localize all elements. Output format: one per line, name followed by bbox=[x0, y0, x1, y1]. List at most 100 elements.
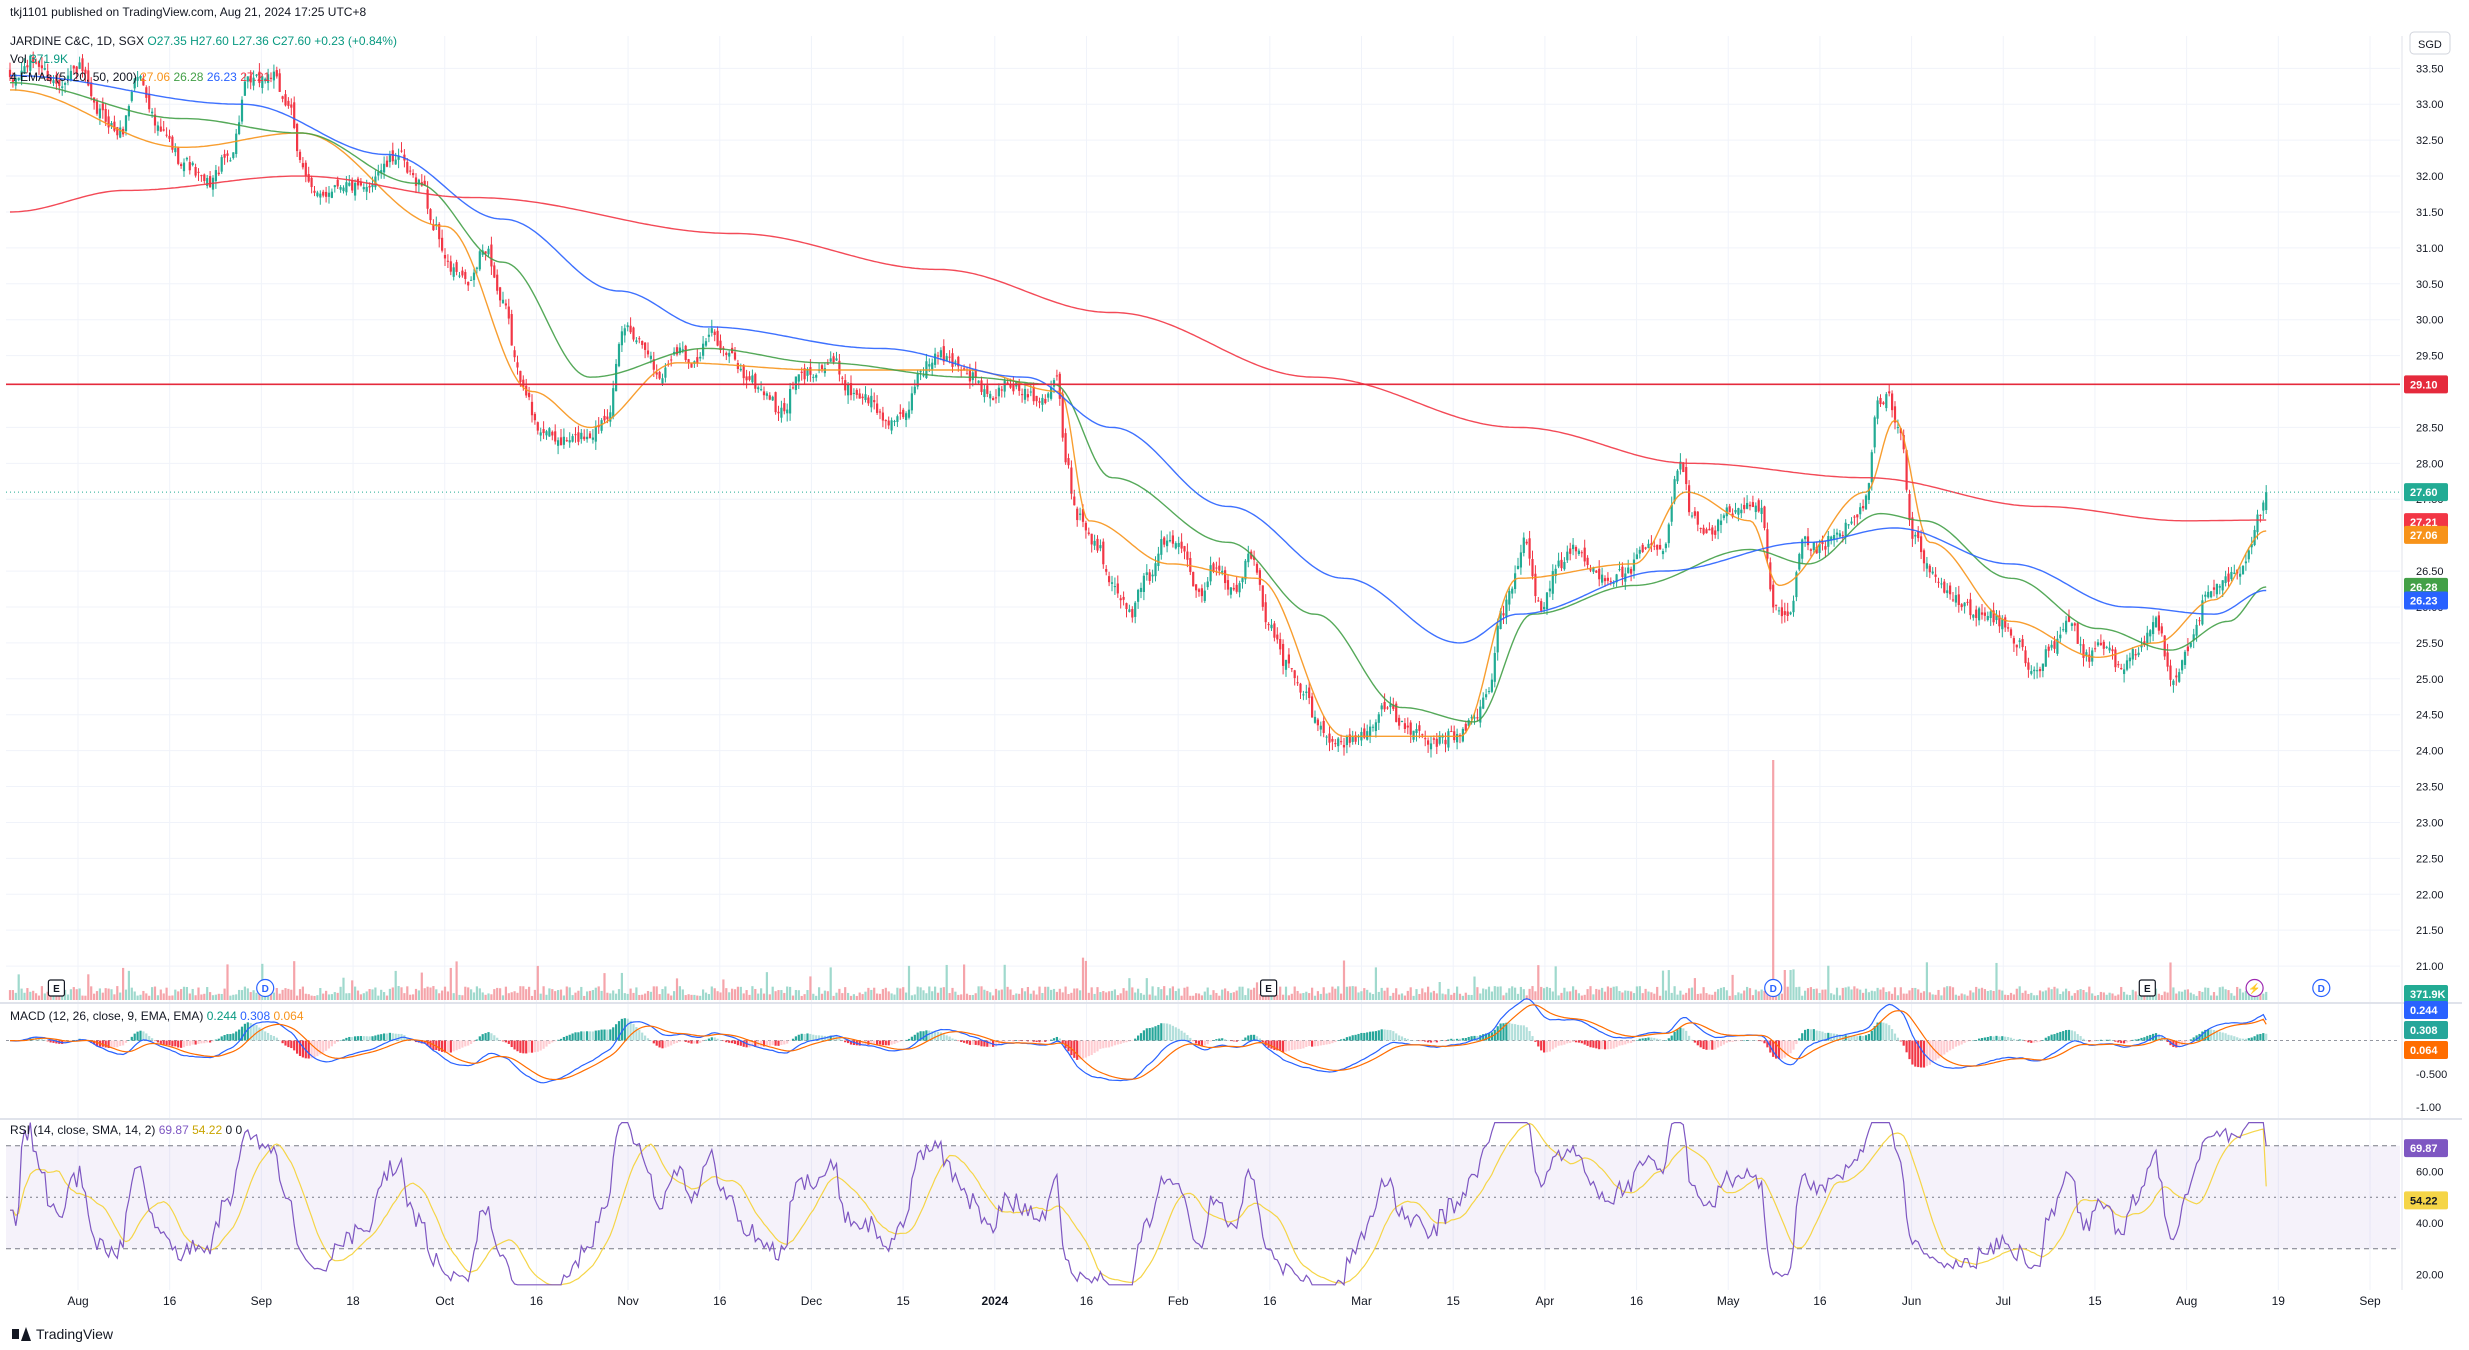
volume-bar bbox=[1728, 995, 1731, 1000]
volume-bar bbox=[847, 992, 850, 1000]
macd-histogram-bar bbox=[1978, 1038, 1981, 1041]
volume-bar bbox=[464, 986, 467, 1000]
volume-bar bbox=[1096, 987, 1099, 1000]
macd-histogram-bar bbox=[1450, 1038, 1453, 1041]
candle-body bbox=[629, 325, 632, 333]
macd-histogram-bar bbox=[728, 1040, 731, 1043]
ema-badge: 27.06 bbox=[2404, 525, 2448, 544]
candle-body bbox=[580, 432, 583, 440]
candle-body bbox=[1244, 560, 1247, 580]
price-tick-label: 22.50 bbox=[2416, 853, 2444, 865]
event-marker-flash[interactable]: ⚡ bbox=[2245, 978, 2264, 998]
volume-bar bbox=[1215, 992, 1218, 1000]
macd-histogram-bar bbox=[238, 1029, 241, 1041]
macd-legend[interactable]: MACD (12, 26, close, 9, EMA, EMA) 0.244 … bbox=[10, 1009, 304, 1023]
candle-body bbox=[954, 361, 957, 363]
ema-legend[interactable]: 4 EMAs (5, 20, 50, 200) 27.06 26.28 26.2… bbox=[10, 70, 270, 84]
macd-histogram-bar bbox=[1105, 1040, 1108, 1048]
candle-body bbox=[812, 376, 815, 378]
macd-histogram-bar bbox=[1653, 1037, 1656, 1041]
candle-body bbox=[272, 71, 275, 81]
volume-bar bbox=[1102, 991, 1105, 1000]
volume-bar bbox=[1928, 992, 1931, 1000]
macd-histogram-bar bbox=[1351, 1035, 1354, 1041]
volume-bar bbox=[1946, 986, 1949, 1000]
macd-histogram-bar bbox=[731, 1040, 734, 1044]
candle-body bbox=[1432, 738, 1435, 740]
macd-histogram-bar bbox=[1702, 1040, 1705, 1050]
event-marker-d[interactable]: D bbox=[256, 978, 275, 998]
macd-histogram-bar bbox=[536, 1040, 539, 1052]
candle-body bbox=[861, 396, 864, 399]
volume-legend[interactable]: Vol 371.9K bbox=[10, 52, 68, 66]
macd-histogram-bar bbox=[458, 1040, 461, 1050]
volume-bar bbox=[934, 986, 937, 1000]
volume-bar bbox=[1206, 987, 1209, 1000]
candle-body bbox=[156, 125, 159, 131]
macd-histogram-bar bbox=[116, 1040, 119, 1048]
candle-body bbox=[2099, 642, 2102, 645]
event-marker-d[interactable]: D bbox=[2312, 978, 2331, 998]
candle-body bbox=[1299, 683, 1302, 693]
macd-histogram-bar bbox=[528, 1040, 531, 1053]
candle-body bbox=[1334, 743, 1337, 745]
macd-histogram-bar bbox=[1250, 1034, 1253, 1041]
macd-histogram-bar bbox=[684, 1040, 687, 1042]
rsi-legend[interactable]: RSI (14, close, SMA, 14, 2) 69.87 54.22 … bbox=[10, 1123, 242, 1137]
event-marker-e[interactable]: E bbox=[47, 979, 66, 997]
event-marker-e[interactable]: E bbox=[2138, 979, 2156, 997]
volume-bar bbox=[188, 993, 191, 1000]
volume-bar bbox=[588, 990, 592, 1000]
candle-body bbox=[1456, 733, 1459, 743]
macd-histogram-bar bbox=[1685, 1030, 1688, 1041]
volume-bar bbox=[968, 995, 971, 1000]
macd-histogram-bar bbox=[1635, 1040, 1638, 1041]
candle-body bbox=[2070, 623, 2073, 626]
macd-pane bbox=[6, 998, 2400, 1084]
event-marker-d[interactable]: D bbox=[1764, 978, 1783, 998]
candle-body bbox=[707, 334, 710, 337]
candle-body bbox=[441, 237, 444, 251]
candle-body bbox=[1226, 580, 1230, 590]
macd-histogram-bar bbox=[1151, 1027, 1154, 1041]
macd-histogram-bar bbox=[1957, 1040, 1960, 1046]
volume-bar bbox=[133, 991, 136, 1000]
macd-histogram-bar bbox=[713, 1037, 716, 1041]
volume-bar bbox=[104, 988, 107, 1000]
candle-body bbox=[1876, 400, 1879, 419]
macd-histogram-bar bbox=[2070, 1030, 2073, 1041]
macd-value: 0.308 bbox=[240, 1009, 271, 1023]
candle-body bbox=[214, 170, 217, 182]
candle-body bbox=[290, 104, 293, 108]
macd-histogram-bar bbox=[542, 1040, 545, 1049]
candle-body bbox=[530, 401, 534, 416]
symbol-legend[interactable]: JARDINE C&C, 1D, SGX O27.35 H27.60 L27.3… bbox=[10, 34, 397, 48]
macd-histogram-bar bbox=[1746, 1039, 1749, 1041]
chart-canvas[interactable]: 33.5033.0032.5032.0031.5031.0030.5030.00… bbox=[0, 0, 2469, 1350]
candle-body bbox=[354, 182, 357, 196]
macd-histogram-bar bbox=[461, 1040, 464, 1048]
candle-body bbox=[107, 116, 110, 128]
volume-bar bbox=[2233, 995, 2236, 1000]
candle-body bbox=[1195, 584, 1198, 591]
candle-body bbox=[2053, 641, 2056, 649]
volume-bar bbox=[475, 986, 478, 1000]
volume-bar bbox=[2096, 995, 2100, 1000]
volume-bar bbox=[896, 987, 899, 1000]
candle-body bbox=[1041, 397, 1044, 405]
footer-brand[interactable]: TradingView bbox=[12, 1326, 113, 1342]
event-marker-e[interactable]: E bbox=[1259, 979, 1278, 997]
candle-body bbox=[414, 177, 418, 186]
candle-body bbox=[1772, 584, 1775, 608]
candle-body bbox=[664, 367, 667, 378]
volume-bar bbox=[794, 989, 797, 1000]
macd-histogram-bar bbox=[1508, 1022, 1511, 1041]
macd-histogram-bar bbox=[1795, 1040, 1798, 1045]
volume-bar bbox=[385, 995, 389, 1000]
macd-signal-badge: 0.064 bbox=[2404, 1041, 2448, 1059]
volume-bar bbox=[777, 990, 780, 1000]
volume-bars bbox=[8, 760, 2268, 1000]
volume-bar bbox=[8, 990, 12, 1000]
volume-bar bbox=[939, 987, 942, 1000]
macd-histogram-bar bbox=[336, 1040, 339, 1042]
